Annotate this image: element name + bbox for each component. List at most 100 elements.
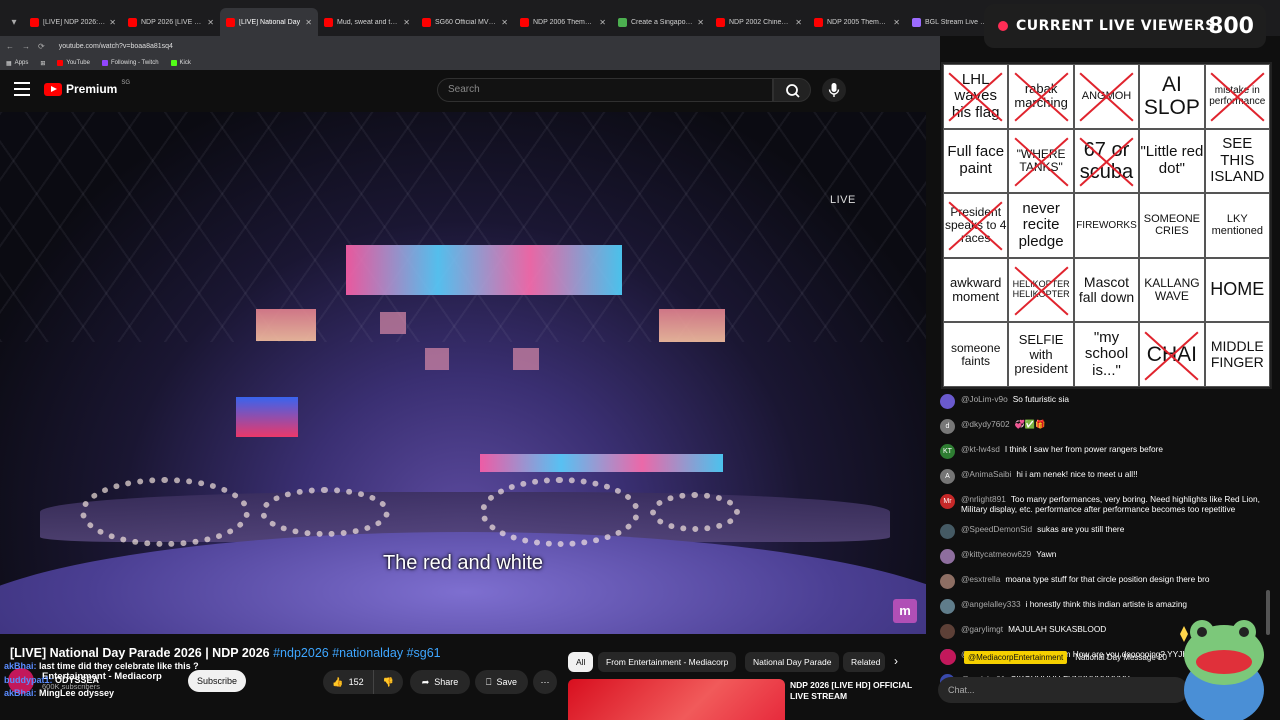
chat-avatar[interactable] <box>940 549 955 564</box>
more-actions-button[interactable]: ⋯ <box>533 670 557 694</box>
chat-message[interactable]: @JoLim-v9o So futuristic sia <box>936 389 1266 414</box>
voice-search-button[interactable] <box>822 78 846 102</box>
share-button[interactable]: ➦ Share <box>410 670 470 694</box>
chat-message[interactable]: @SpeedDemonSid sukas are you still there <box>936 519 1266 544</box>
chat-username[interactable]: @nrlight891 <box>961 494 1006 504</box>
chip-national-day-parade[interactable]: National Day Parade <box>745 652 840 672</box>
chat-text: hi i am nenek! nice to meet u all!! <box>1016 469 1138 479</box>
tab-close-icon[interactable]: ✕ <box>599 18 606 27</box>
tab-close-icon[interactable]: ✕ <box>403 18 410 27</box>
chat-avatar[interactable] <box>940 524 955 539</box>
chat-username[interactable]: @dkydy7602 <box>961 419 1010 429</box>
chat-username[interactable]: @esxtrella <box>961 574 1000 584</box>
right-screen <box>659 309 725 342</box>
bingo-cell-text: someone faints <box>951 340 1001 368</box>
chat-username[interactable]: @angelalley333 <box>961 599 1021 609</box>
bookmark-youtube[interactable]: YouTube <box>57 60 90 66</box>
browser-tab[interactable]: NDP 2026 [LIVE HD] OF ✕ <box>122 8 220 36</box>
chat-username[interactable]: @SpeedDemonSid <box>961 524 1032 534</box>
chat-avatar[interactable] <box>940 394 955 409</box>
chip-from-channel[interactable]: From Entertainment - Mediacorp <box>598 652 737 672</box>
tab-list-icon[interactable]: ▾ <box>4 8 24 36</box>
bingo-cell: MIDDLE FINGER <box>1204 322 1270 387</box>
tab-close-icon[interactable]: ✕ <box>305 18 312 27</box>
chat-avatar[interactable] <box>940 624 955 639</box>
tab-close-icon[interactable]: ✕ <box>109 18 116 27</box>
pinned-user[interactable]: @MediacorpEntertainment <box>964 650 1068 664</box>
bookmark-kick[interactable]: Kick <box>170 60 191 66</box>
chat-message[interactable]: @kittycatmeow629 Yawn <box>936 544 1266 569</box>
tab-close-icon[interactable]: ✕ <box>697 18 704 27</box>
bingo-cell-text: Full face paint <box>947 143 1005 177</box>
hamburger-menu-icon[interactable] <box>14 82 30 96</box>
chat-message[interactable]: Mr @nrlight891 Too many performances, very… <box>936 489 1266 519</box>
like-button[interactable]: 👍 152 <box>323 670 373 694</box>
tab-close-icon[interactable]: ✕ <box>893 18 900 27</box>
browser-tab[interactable]: NDP 2005 Theme Song✕ <box>808 8 906 36</box>
bingo-cell-text: "WHERE TANKS" <box>1016 146 1066 174</box>
overlay-chat-text: ODYSSEA <box>55 674 100 685</box>
chat-username[interactable]: @JoLim-v9o <box>961 394 1008 404</box>
browser-tab[interactable]: [LIVE] National Day ✕ <box>220 8 318 36</box>
tab-favicon-icon <box>618 17 627 27</box>
chat-username[interactable]: @kittycatmeow629 <box>961 549 1031 559</box>
tab-close-icon[interactable]: ✕ <box>207 18 214 27</box>
chat-username[interactable]: @garylimgt <box>961 624 1003 634</box>
recommendation-thumbnail[interactable] <box>568 679 785 720</box>
dislike-button[interactable]: 👎 <box>373 670 403 694</box>
grid-icon[interactable]: ⊞ <box>40 60 45 67</box>
youtube-premium-logo[interactable]: Premium SG <box>44 80 130 96</box>
small-screen <box>425 348 449 370</box>
overlay-chat-line: akBhai: MingLee odyssey <box>4 687 199 701</box>
chat-avatar[interactable]: Mr <box>940 494 955 509</box>
browser-tab[interactable]: NDP 2006 Theme Song✕ <box>514 8 612 36</box>
chat-input[interactable]: Chat... <box>938 677 1188 703</box>
chat-text: 💞✅🎁 <box>1014 419 1046 429</box>
browser-tab[interactable]: [LIVE] NDP 2026: Singa ✕ <box>24 8 122 36</box>
chips-next-icon[interactable]: › <box>894 654 898 668</box>
chat-avatar[interactable]: d <box>940 419 955 434</box>
save-button[interactable]: ⎕ Save <box>475 670 528 694</box>
stream-chat-overlay: akBhai: last time did they celebrate lik… <box>4 660 199 701</box>
tab-favicon-icon <box>814 17 823 27</box>
chat-message[interactable]: A @AnimaSaibi hi i am nenek! nice to meet … <box>936 464 1266 489</box>
recommendation-title[interactable]: NDP 2026 [LIVE HD] OFFICIAL LIVE STREAM <box>790 680 920 702</box>
bingo-cell-text: ANGMOH <box>1081 90 1132 103</box>
chat-username[interactable]: @kt-lw4sd <box>961 444 1000 454</box>
chat-message[interactable]: d @dkydy7602 💞✅🎁 <box>936 414 1266 439</box>
tab-close-icon[interactable]: ✕ <box>501 18 508 27</box>
small-screen <box>380 312 406 334</box>
search-input[interactable]: Search <box>437 78 773 102</box>
chat-avatar[interactable]: A <box>940 469 955 484</box>
chat-username[interactable]: @AnimaSaibi <box>961 469 1011 479</box>
viewers-label: CURRENT LIVE VIEWERS <box>1016 18 1216 34</box>
forward-icon[interactable]: → <box>22 42 30 51</box>
search-button[interactable] <box>773 78 811 102</box>
reload-icon[interactable]: ⟳ <box>38 42 45 51</box>
browser-tab[interactable]: NDP 2002 Chinese The ✕ <box>710 8 808 36</box>
stage-led-strip <box>480 454 723 472</box>
bookmark-twitch[interactable]: Following - Twitch <box>101 60 159 66</box>
browser-tab[interactable]: Mud, sweat and tears ✕ <box>318 8 416 36</box>
bingo-cell-text: LKY mentioned <box>1211 213 1263 238</box>
url-field[interactable]: youtube.com/watch?v=boaa8a81sq4 <box>59 43 173 50</box>
bingo-cell: SEE THIS ISLAND <box>1204 128 1270 194</box>
tab-close-icon[interactable]: ✕ <box>795 18 802 27</box>
chat-avatar[interactable] <box>940 574 955 589</box>
video-player[interactable]: LIVE The red and white m <box>0 112 926 634</box>
browser-tab[interactable]: Create a Singapore ND ✕ <box>612 8 710 36</box>
chat-message[interactable]: @esxtrella moana type stuff for that circ… <box>936 569 1266 594</box>
bookmark-apps[interactable]: ▦ Apps <box>6 60 28 67</box>
chat-avatar[interactable] <box>940 599 955 614</box>
tab-favicon-icon <box>30 17 39 27</box>
back-icon[interactable]: ← <box>6 42 14 51</box>
chip-related[interactable]: Related <box>843 652 885 672</box>
chat-message[interactable]: KT @kt-lw4sd I think I saw her from power … <box>936 439 1266 464</box>
browser-tab[interactable]: SG60 Official MV (Koala✕ <box>416 8 514 36</box>
chat-avatar[interactable]: KT <box>940 444 955 459</box>
bookmark-icon: ⎕ <box>486 676 492 687</box>
video-hashtags[interactable]: #ndp2026 #nationalday #sg61 <box>273 646 441 660</box>
bingo-cell-text: Mascot fall down <box>1078 273 1135 306</box>
chip-all[interactable]: All <box>568 652 594 672</box>
bingo-cell: "Little red dot" <box>1139 128 1205 194</box>
